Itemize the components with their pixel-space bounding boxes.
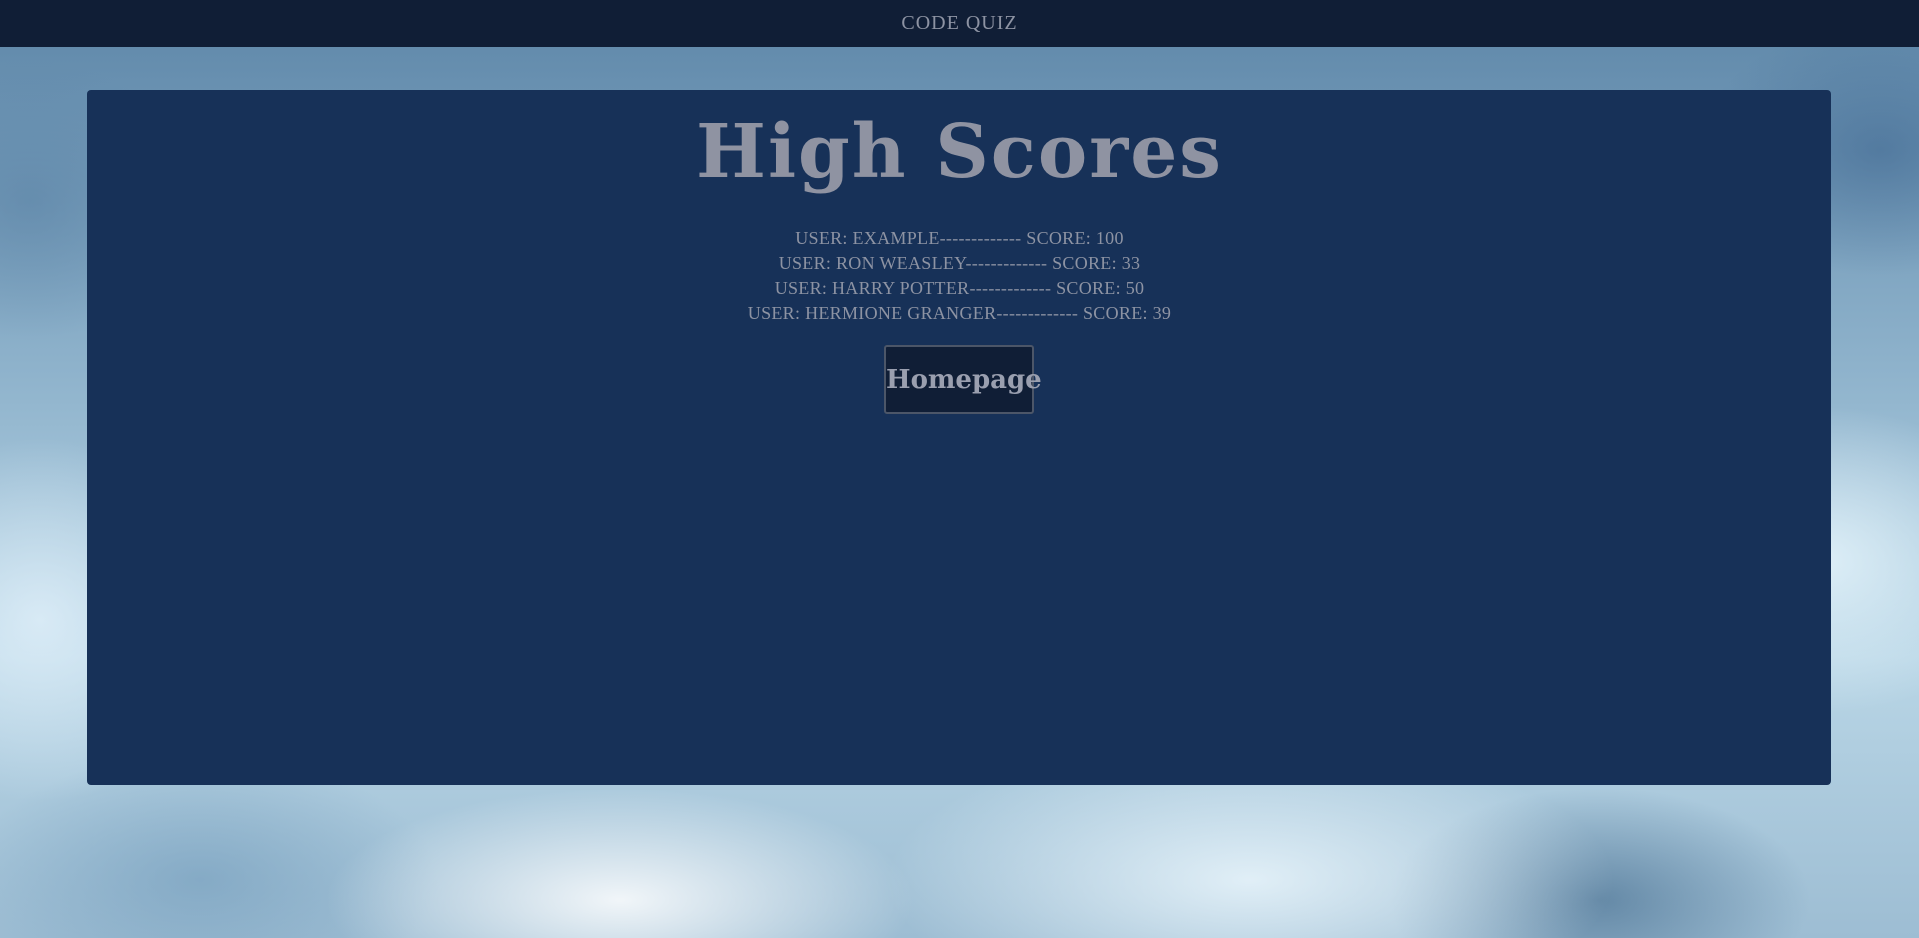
homepage-button[interactable]: Homepage	[884, 345, 1042, 414]
score-entry: USER: EXAMPLE------------- SCORE: 100	[795, 228, 1124, 248]
page-title: High Scores	[696, 109, 1223, 195]
score-entry: USER: RON WEASLEY------------- SCORE: 33	[778, 253, 1141, 273]
score-entry: USER: HARRY POTTER------------- SCORE: 5…	[774, 278, 1145, 298]
high-scores-list: USER: EXAMPLE------------- SCORE: 100 US…	[0, 226, 1919, 326]
top-navbar: CODE QUIZ	[0, 0, 1919, 47]
score-entry: USER: HERMIONE GRANGER------------- SCOR…	[747, 303, 1172, 323]
app-title: CODE QUIZ	[901, 12, 1018, 34]
